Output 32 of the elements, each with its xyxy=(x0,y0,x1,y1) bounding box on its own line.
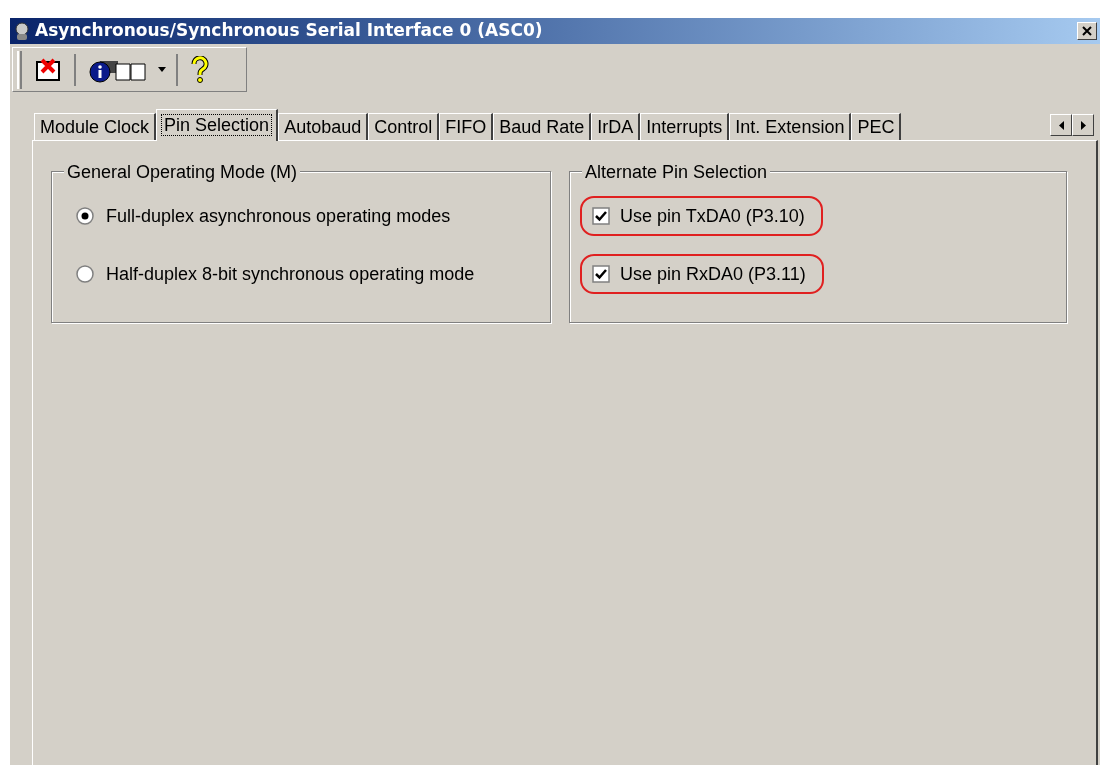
tab[interactable]: Baud Rate xyxy=(493,113,592,140)
dropdown-icon[interactable] xyxy=(158,67,166,72)
radio-option[interactable]: Full-duplex asynchronous operating modes xyxy=(76,196,550,236)
right-arrow-icon xyxy=(1080,120,1086,130)
radio-button[interactable] xyxy=(76,207,94,225)
checkbox-option[interactable]: Use pin RxDA0 (P3.11) xyxy=(580,254,824,294)
app-icon xyxy=(13,22,31,40)
radio-option[interactable]: Half-duplex 8-bit synchronous operating mode xyxy=(76,254,550,294)
help-icon xyxy=(191,55,209,84)
option-label: Use pin RxDA0 (P3.11) xyxy=(620,262,806,286)
option-label: Full-duplex asynchronous operating modes xyxy=(106,204,451,228)
scroll-right-button[interactable] xyxy=(1072,114,1094,136)
tab[interactable]: Autobaud xyxy=(278,113,369,140)
option-label: Use pin TxDA0 (P3.10) xyxy=(620,204,805,228)
tab[interactable]: FIFO xyxy=(439,113,494,140)
close-button[interactable] xyxy=(1077,22,1097,40)
option-label: Half-duplex 8-bit synchronous operating mode xyxy=(106,262,475,286)
tab[interactable]: PEC xyxy=(851,113,902,140)
checkbox[interactable] xyxy=(592,207,610,225)
left-arrow-icon xyxy=(1058,120,1064,130)
tab[interactable]: IrDA xyxy=(591,113,641,140)
tab[interactable]: Interrupts xyxy=(640,113,730,140)
radio-button[interactable] xyxy=(76,265,94,283)
close-icon xyxy=(1082,26,1092,36)
window-title: Asynchronous/Synchronous Serial Interface 0 (ASC0) xyxy=(35,19,543,43)
checkbox-option[interactable]: Use pin TxDA0 (P3.10) xyxy=(580,196,823,236)
tab[interactable]: Module Clock xyxy=(34,113,157,140)
tab[interactable]: Control xyxy=(368,113,440,140)
scroll-left-button[interactable] xyxy=(1050,114,1072,136)
tab[interactable]: Int. Extension xyxy=(729,113,852,140)
checkbox[interactable] xyxy=(592,265,610,283)
tab[interactable]: Pin Selection xyxy=(156,109,279,141)
